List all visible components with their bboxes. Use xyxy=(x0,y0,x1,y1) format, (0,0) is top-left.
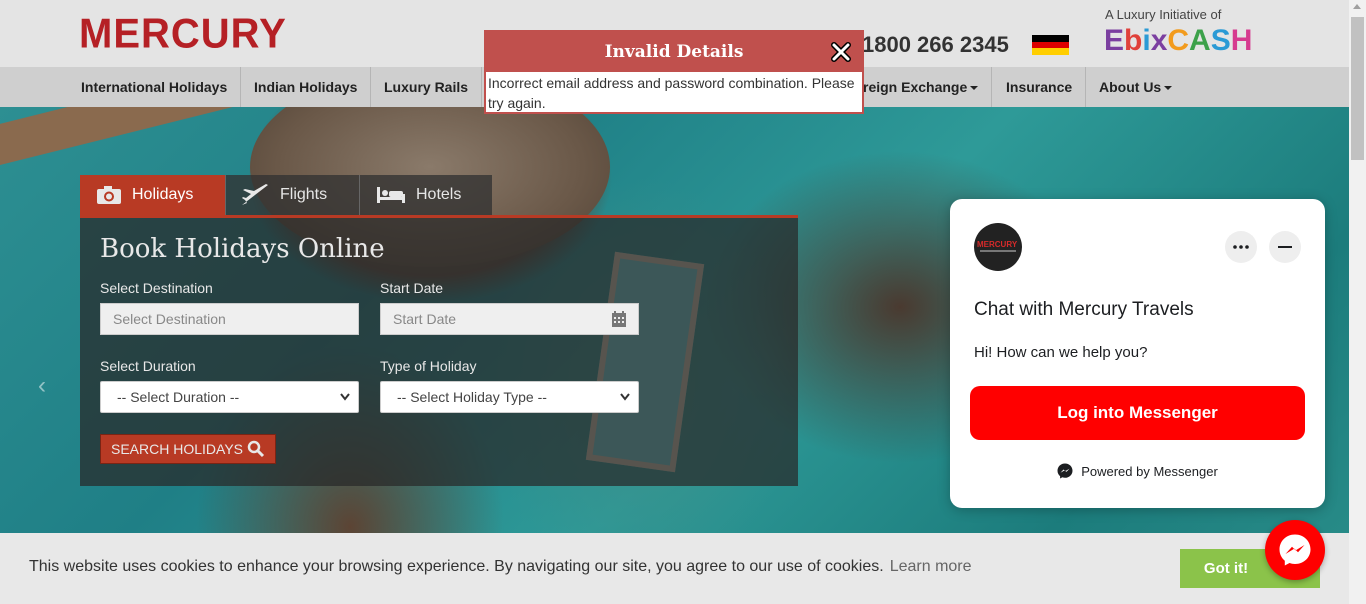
calendar-icon[interactable] xyxy=(612,311,626,327)
carousel-prev-icon[interactable]: ‹ xyxy=(38,372,46,400)
chevron-down-icon xyxy=(620,393,630,401)
messenger-icon xyxy=(1279,534,1311,566)
camera-icon xyxy=(97,186,121,204)
chevron-down-icon xyxy=(340,393,350,401)
messenger-fab-button[interactable] xyxy=(1265,520,1325,580)
ebix-tagline: A Luxury Initiative of xyxy=(1105,7,1222,22)
phone-number[interactable]: 1800 266 2345 xyxy=(862,32,1009,58)
start-date-label: Start Date xyxy=(380,280,444,296)
modal-message: Incorrect email address and password com… xyxy=(488,75,855,111)
search-holidays-button[interactable]: SEARCH HOLIDAYS xyxy=(100,434,276,464)
messenger-chat-widget: MERCURY Chat with Mercury Travels Hi! Ho… xyxy=(950,199,1325,508)
learn-more-link[interactable]: Learn more xyxy=(890,558,972,575)
nav-international-holidays[interactable]: International Holidays xyxy=(68,67,242,107)
booking-panel: Book Holidays Online Select Destination … xyxy=(80,215,798,486)
holiday-type-select[interactable]: -- Select Holiday Type -- xyxy=(380,381,639,413)
duration-select[interactable]: -- Select Duration -- xyxy=(100,381,359,413)
messenger-icon xyxy=(1057,463,1073,479)
ebixcash-logo[interactable]: EbixCASH xyxy=(1104,24,1252,58)
invalid-details-modal: Invalid Details Incorrect email address … xyxy=(484,30,864,114)
more-options-button[interactable] xyxy=(1225,231,1257,263)
more-icon xyxy=(1233,245,1249,249)
cookie-message: This website uses cookies to enhance you… xyxy=(29,558,972,575)
booking-tabs: Holidays Flights Hotels xyxy=(80,175,492,215)
bed-icon xyxy=(377,187,405,203)
destination-label: Select Destination xyxy=(100,280,213,296)
powered-by-messenger: Powered by Messenger xyxy=(950,463,1325,479)
nav-luxury-rails[interactable]: Luxury Rails xyxy=(371,67,483,107)
nav-insurance[interactable]: Insurance xyxy=(993,67,1087,107)
tab-hotels[interactable]: Hotels xyxy=(360,175,492,215)
holiday-type-label: Type of Holiday xyxy=(380,358,477,374)
minimize-button[interactable] xyxy=(1269,231,1301,263)
chat-greeting: Hi! How can we help you? xyxy=(974,344,1148,361)
nav-foreign-exchange[interactable]: reign Exchange xyxy=(850,67,993,107)
chevron-down-icon xyxy=(1164,86,1173,91)
chevron-down-icon xyxy=(970,86,979,91)
avatar: MERCURY xyxy=(974,223,1022,271)
germany-flag-icon[interactable] xyxy=(1032,35,1069,56)
nav-about-us[interactable]: About Us xyxy=(1086,67,1185,107)
chat-title: Chat with Mercury Travels xyxy=(974,299,1194,320)
booking-title: Book Holidays Online xyxy=(100,234,385,264)
search-icon xyxy=(247,440,265,458)
minimize-icon xyxy=(1278,246,1292,248)
login-messenger-button[interactable]: Log into Messenger xyxy=(970,386,1305,440)
scroll-up-icon[interactable] xyxy=(1353,4,1361,9)
duration-label: Select Duration xyxy=(100,358,196,374)
cookie-banner: This website uses cookies to enhance you… xyxy=(0,533,1349,604)
mercury-logo[interactable]: MERCURY xyxy=(79,11,287,58)
tab-flights[interactable]: Flights xyxy=(226,175,360,215)
nav-indian-holidays[interactable]: Indian Holidays xyxy=(241,67,372,107)
start-date-input[interactable]: Start Date xyxy=(380,303,639,335)
close-icon[interactable] xyxy=(830,41,852,63)
destination-input[interactable]: Select Destination xyxy=(100,303,359,335)
scroll-thumb[interactable] xyxy=(1351,17,1364,160)
modal-title: Invalid Details xyxy=(486,32,862,72)
tab-holidays[interactable]: Holidays xyxy=(80,175,226,215)
page-scrollbar[interactable] xyxy=(1349,0,1366,604)
plane-icon xyxy=(242,184,268,205)
